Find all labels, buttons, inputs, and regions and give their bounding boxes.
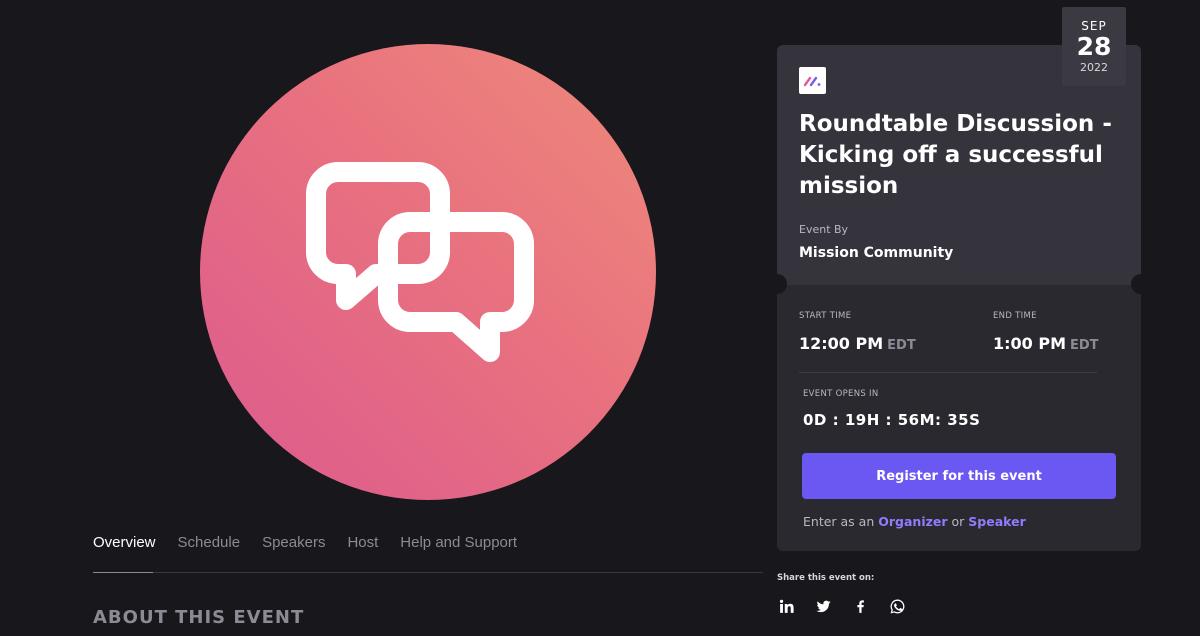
date-day: 28 <box>1076 32 1112 61</box>
event-banner-image <box>200 44 656 500</box>
countdown-label: EVENT OPENS IN <box>803 389 879 399</box>
tab-help-and-support[interactable]: Help and Support <box>400 534 517 551</box>
whatsapp-icon[interactable] <box>888 597 907 616</box>
tab-overview[interactable]: Overview <box>93 534 156 551</box>
tabs-divider <box>93 572 763 573</box>
chat-bubbles-icon <box>306 162 534 362</box>
start-time-value: 12:00 PM <box>799 334 884 353</box>
countdown-timer: 0D : 19H : 56M: 35S <box>803 411 981 429</box>
share-label: Share this event on: <box>777 573 875 583</box>
enter-as-prefix: Enter as an <box>803 514 875 529</box>
date-year: 2022 <box>1080 61 1108 74</box>
speaker-link[interactable]: Speaker <box>968 514 1025 529</box>
start-timezone: EDT <box>887 338 916 353</box>
or-text: or <box>951 514 965 529</box>
tab-speakers[interactable]: Speakers <box>262 534 325 551</box>
event-title: Roundtable Discussion - Kicking off a su… <box>799 111 1112 199</box>
slashes-logo-icon <box>803 76 820 86</box>
date-month: SEP <box>1081 19 1107 33</box>
event-tabs: Overview Schedule Speakers Host Help and… <box>93 534 539 551</box>
ticket-notch-right <box>1131 274 1141 294</box>
event-date-badge: SEP 28 2022 <box>1062 7 1126 86</box>
active-tab-indicator <box>93 572 153 573</box>
twitter-icon[interactable] <box>814 597 833 616</box>
end-time-label: END TIME <box>993 311 1037 321</box>
organizer-link[interactable]: Organizer <box>878 514 947 529</box>
event-card: Roundtable Discussion - Kicking off a su… <box>777 45 1141 551</box>
end-time-value: 1:00 PM <box>993 334 1067 353</box>
end-timezone: EDT <box>1070 338 1099 353</box>
start-time: 12:00 PM EDT <box>799 334 916 353</box>
organizer-logo <box>799 67 826 94</box>
start-time-label: START TIME <box>799 311 852 321</box>
facebook-icon[interactable] <box>851 597 870 616</box>
about-section-title: ABOUT THIS EVENT <box>93 607 305 628</box>
register-button[interactable]: Register for this event <box>802 453 1116 499</box>
share-icons <box>777 597 925 616</box>
end-time: 1:00 PM EDT <box>993 334 1099 353</box>
tab-schedule[interactable]: Schedule <box>178 534 241 551</box>
tab-host[interactable]: Host <box>347 534 378 551</box>
time-divider <box>799 372 1097 373</box>
organizer-name[interactable]: Mission Community <box>799 245 953 261</box>
linkedin-icon[interactable] <box>777 597 796 616</box>
enter-as-text: Enter as an Organizer or Speaker <box>803 514 1026 529</box>
event-by-label: Event By <box>799 223 849 236</box>
